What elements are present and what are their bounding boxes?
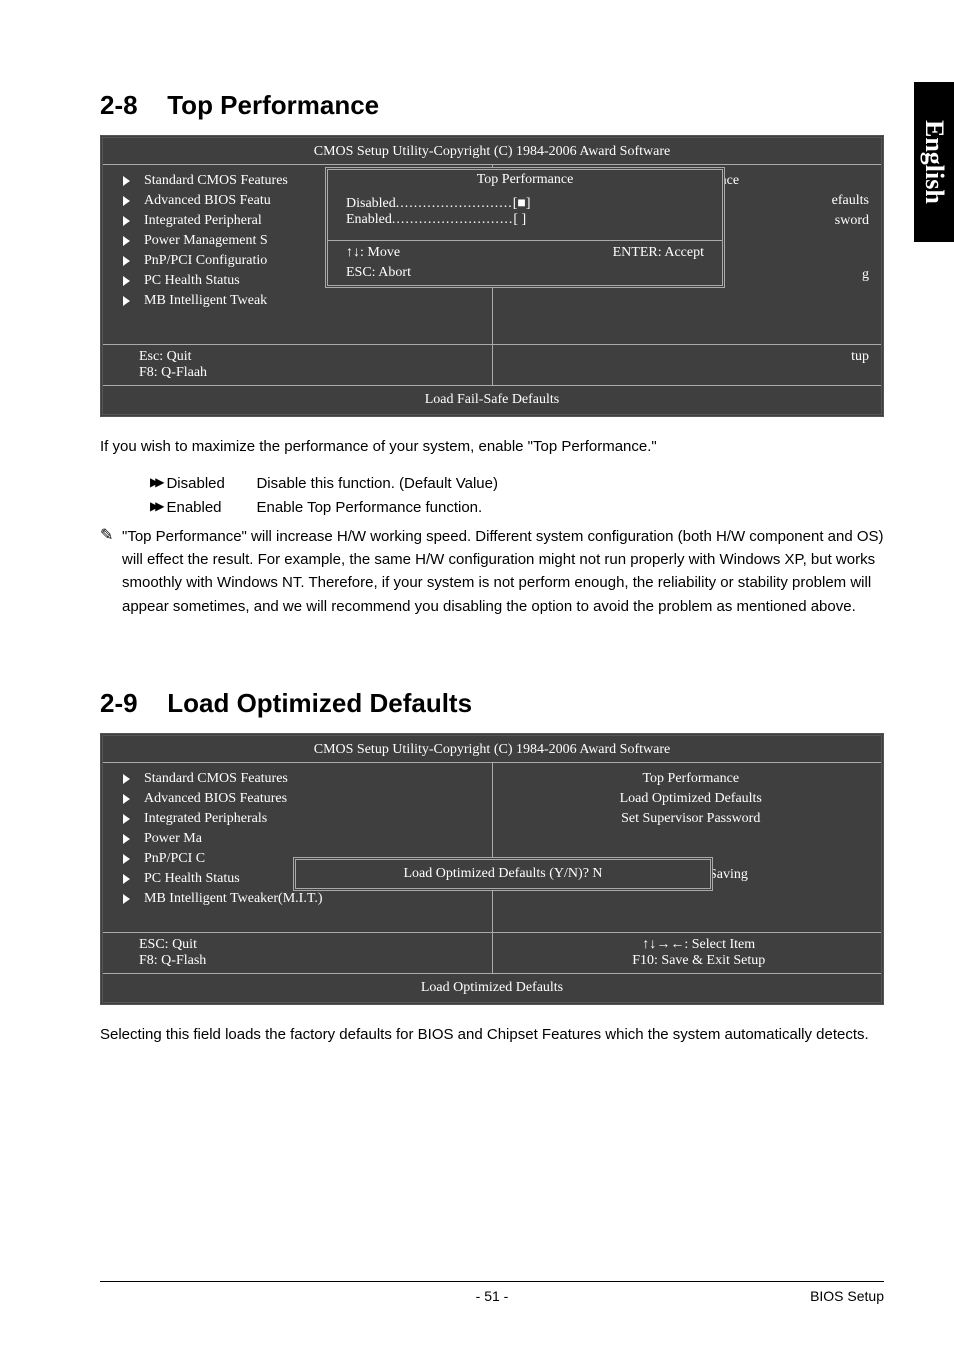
bios-screen-top-performance: CMOS Setup Utility-Copyright (C) 1984-20… [100, 135, 884, 417]
menu-item[interactable]: Power Ma [123, 829, 480, 849]
footer-key: F8: Q-Flaah [139, 365, 480, 381]
help-abort: ESC: Abort [346, 265, 411, 281]
section-title: Top Performance [167, 90, 379, 120]
bios-screen-load-optimized: CMOS Setup Utility-Copyright (C) 1984-20… [100, 733, 884, 1005]
footer-key: Esc: Quit [139, 349, 480, 365]
triangle-icon [123, 854, 130, 864]
popup-option-disabled[interactable]: Disabled..........................[■] [346, 196, 704, 212]
section-heading-2-9: 2-9 Load Optimized Defaults [100, 688, 884, 719]
double-triangle-icon: ▶▶ [150, 497, 160, 520]
page-number: - 51 - [100, 1288, 884, 1304]
option-name: Disabled [166, 472, 256, 495]
option-name: Enabled [166, 496, 256, 519]
triangle-icon [123, 894, 130, 904]
section-number: 2-8 [100, 90, 160, 121]
triangle-icon [123, 176, 130, 186]
note-paragraph: ✎ "Top Performance" will increase H/W wo… [100, 525, 884, 618]
bios-footer: ESC: Quit F8: Q-Flash ↑↓→←: Select Item … [103, 932, 881, 973]
note-icon: ✎ [100, 525, 122, 547]
top-performance-popup: Top Performance Disabled................… [325, 167, 725, 288]
triangle-icon [123, 874, 130, 884]
help-accept: ENTER: Accept [613, 245, 704, 261]
triangle-icon [123, 216, 130, 226]
bios-title: CMOS Setup Utility-Copyright (C) 1984-20… [103, 736, 881, 762]
triangle-icon [123, 256, 130, 266]
language-tab: English [914, 82, 954, 242]
menu-item[interactable]: Standard CMOS Features [123, 769, 480, 789]
triangle-icon [123, 834, 130, 844]
menu-item[interactable]: MB Intelligent Tweak [123, 291, 480, 311]
footer-key: ESC: Quit [139, 937, 480, 953]
bios-hint: Load Optimized Defaults [103, 973, 881, 1002]
page-footer: - 51 - BIOS Setup [100, 1281, 884, 1304]
popup-help-row: ESC: Abort [328, 265, 722, 285]
triangle-icon [123, 814, 130, 824]
section-heading-2-8: 2-8 Top Performance [100, 90, 884, 121]
section-number: 2-9 [100, 688, 160, 719]
menu-item[interactable]: Set Supervisor Password [513, 809, 870, 829]
option-desc: Enable Top Performance function. [256, 496, 482, 519]
spacer [513, 829, 870, 847]
load-defaults-popup[interactable]: Load Optimized Defaults (Y/N)? N [293, 857, 713, 891]
popup-title: Top Performance [328, 170, 722, 190]
section1-intro: If you wish to maximize the performance … [100, 435, 884, 458]
triangle-icon [123, 774, 130, 784]
triangle-icon [123, 236, 130, 246]
popup-option-enabled[interactable]: Enabled...........................[ ] [346, 212, 704, 228]
footer-key-fragment: tup [529, 349, 870, 365]
menu-item[interactable]: Integrated Peripherals [123, 809, 480, 829]
footer-key: F8: Q-Flash [139, 953, 480, 969]
option-desc: Disable this function. (Default Value) [256, 472, 498, 495]
help-move: ↑↓: Move [346, 245, 400, 261]
triangle-icon [123, 276, 130, 286]
triangle-icon [123, 794, 130, 804]
bios-left-column: Standard CMOS Features Advanced BIOS Fea… [103, 763, 493, 932]
option-list: ▶▶ Disabled Disable this function. (Defa… [100, 472, 884, 519]
option-enabled: ▶▶ Enabled Enable Top Performance functi… [150, 496, 884, 519]
popup-prompt: Load Optimized Defaults (Y/N)? N [403, 866, 602, 881]
footer-key: F10: Save & Exit Setup [529, 953, 870, 969]
menu-item[interactable]: Load Optimized Defaults [513, 789, 870, 809]
bios-title: CMOS Setup Utility-Copyright (C) 1984-20… [103, 138, 881, 164]
menu-item[interactable]: Advanced BIOS Features [123, 789, 480, 809]
bios-hint: Load Fail-Safe Defaults [103, 385, 881, 414]
popup-help-row: ↑↓: Move ENTER: Accept [328, 240, 722, 265]
note-text: "Top Performance" will increase H/W work… [122, 525, 884, 618]
triangle-icon [123, 196, 130, 206]
bios-footer: Esc: Quit F8: Q-Flaah tup [103, 344, 881, 385]
section2-desc: Selecting this field loads the factory d… [100, 1023, 884, 1046]
option-disabled: ▶▶ Disabled Disable this function. (Defa… [150, 472, 884, 495]
footer-key: ↑↓→←: Select Item [529, 937, 870, 953]
triangle-icon [123, 296, 130, 306]
section-title: Load Optimized Defaults [167, 688, 472, 718]
bios-right-column: Top Performance Load Optimized Defaults … [493, 763, 882, 932]
menu-item[interactable]: MB Intelligent Tweaker(M.I.T.) [123, 889, 480, 909]
double-triangle-icon: ▶▶ [150, 473, 160, 496]
menu-item[interactable]: Top Performance [513, 769, 870, 789]
